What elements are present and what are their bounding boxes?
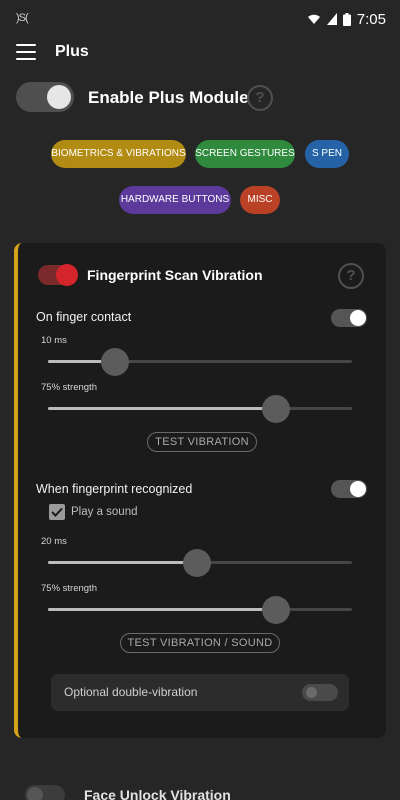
signal-icon (326, 13, 337, 25)
contact-strength-label: 75% strength (41, 382, 97, 393)
recognized-duration-thumb[interactable] (182, 549, 211, 577)
toggle-knob (27, 787, 43, 800)
notification-icon: )S( (16, 12, 29, 24)
recognized-strength-label: 75% strength (41, 583, 97, 594)
double-vibration-toggle[interactable] (302, 684, 338, 701)
double-vibration-option: Optional double-vibration (51, 674, 349, 711)
chip-hardware-buttons[interactable]: HARDWARE BUTTONS (119, 186, 231, 214)
chip-biometrics[interactable]: BIOMETRICS & VIBRATIONS (51, 140, 186, 168)
fingerprint-recognized-label: When fingerprint recognized (36, 482, 193, 496)
chip-s-pen[interactable]: S PEN (305, 140, 349, 168)
clock: 7:05 (356, 10, 386, 28)
battery-icon (342, 12, 351, 26)
status-bar: )S( 7:05 (0, 0, 400, 36)
chip-misc[interactable]: MISC (240, 186, 280, 214)
test-vibration-sound-button[interactable]: TEST VIBRATION / SOUND (120, 633, 280, 653)
chip-screen-gestures[interactable]: SCREEN GESTURES (195, 140, 295, 168)
recognized-strength-thumb[interactable] (262, 596, 290, 624)
contact-duration-slider[interactable] (48, 360, 352, 363)
check-icon (51, 507, 63, 517)
fingerprint-vibration-card: Fingerprint Scan Vibration ? On finger c… (14, 243, 386, 738)
enable-module-toggle[interactable] (16, 82, 74, 112)
finger-contact-toggle[interactable] (331, 309, 367, 327)
face-unlock-vibration-toggle[interactable] (25, 785, 65, 800)
enable-module-label: Enable Plus Module (88, 88, 249, 107)
toggle-knob (350, 481, 366, 497)
card-title: Fingerprint Scan Vibration (87, 267, 263, 283)
fingerprint-recognized-toggle[interactable] (331, 480, 367, 498)
contact-strength-slider[interactable] (48, 407, 352, 410)
toggle-knob (47, 85, 71, 109)
page-title: Plus (55, 43, 89, 60)
slider-fill (48, 407, 276, 410)
toggle-knob (56, 264, 78, 286)
contact-duration-thumb[interactable] (100, 348, 129, 376)
toggle-knob (350, 310, 366, 326)
toggle-knob (306, 687, 317, 698)
finger-contact-label: On finger contact (36, 310, 132, 324)
contact-duration-label: 10 ms (41, 335, 67, 346)
face-unlock-vibration-label: Face Unlock Vibration (84, 787, 231, 800)
help-icon[interactable]: ? (247, 85, 273, 111)
help-icon[interactable]: ? (338, 263, 364, 289)
recognized-strength-slider[interactable] (48, 608, 352, 611)
slider-fill (48, 561, 197, 564)
wifi-icon (307, 14, 320, 24)
slider-fill (48, 608, 276, 611)
play-sound-checkbox[interactable] (49, 504, 65, 520)
fingerprint-vibration-toggle[interactable] (38, 264, 78, 286)
status-icons: 7:05 (307, 9, 386, 29)
recognized-duration-label: 20 ms (41, 536, 67, 547)
test-vibration-button[interactable]: TEST VIBRATION (147, 432, 257, 452)
play-sound-label: Play a sound (71, 506, 138, 518)
app-bar: Plus (0, 36, 400, 68)
menu-icon[interactable] (16, 44, 36, 60)
double-vibration-label: Optional double-vibration (64, 685, 198, 699)
contact-strength-thumb[interactable] (262, 395, 290, 423)
